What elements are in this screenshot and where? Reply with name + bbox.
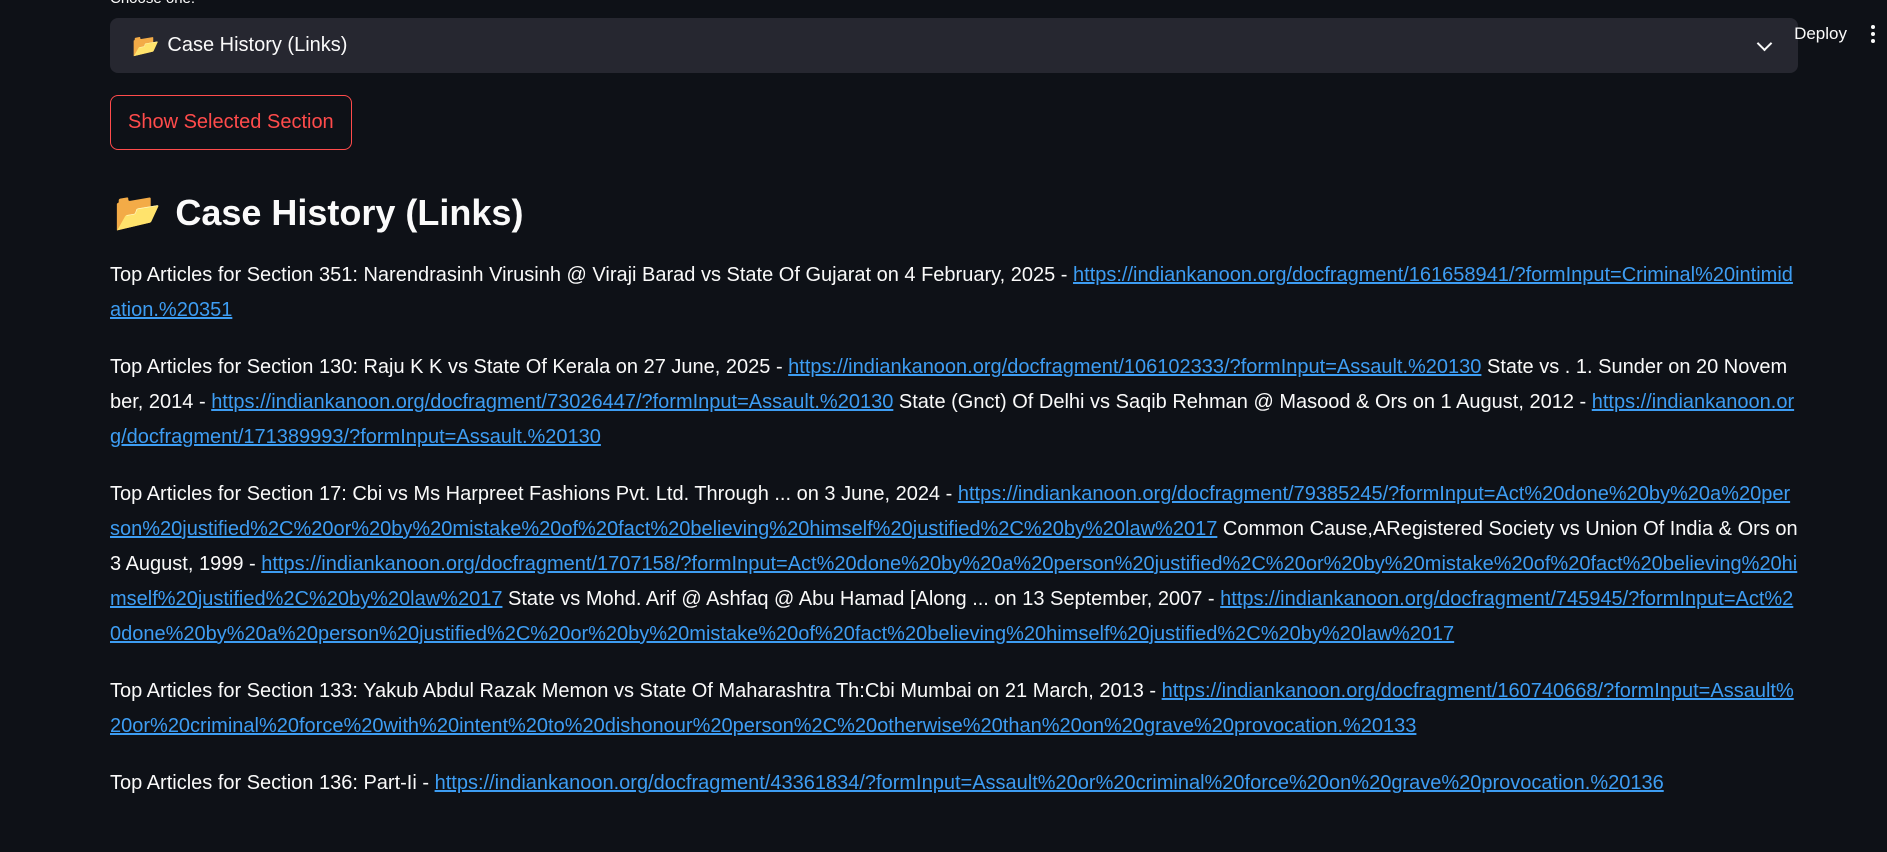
folder-icon: 📂 [132, 32, 160, 58]
folder-icon: 📂 [114, 192, 162, 234]
select-label: Choose one: [110, 0, 195, 8]
app-toolbar: Deploy [1794, 18, 1887, 50]
article-paragraph: Top Articles for Section 17: Cbi vs Ms H… [110, 477, 1798, 652]
article-text: Top Articles for Section 130: Raju K K v… [110, 356, 789, 378]
article-link[interactable]: https://indiankanoon.org/docfragment/730… [211, 391, 893, 413]
article-paragraph: Top Articles for Section 136: Part-Ii - … [110, 766, 1798, 801]
article-text: State (Gnct) Of Delhi vs Saqib Rehman @ … [893, 391, 1592, 413]
article-text: Top Articles for Section 133: Yakub Abdu… [110, 680, 1162, 702]
article-link[interactable]: https://indiankanoon.org/docfragment/106… [788, 356, 1481, 378]
article-text: Top Articles for Section 136: Part-Ii - [110, 772, 435, 794]
section-selectbox[interactable]: 📂 Case History (Links) [110, 18, 1798, 73]
article-link[interactable]: https://indiankanoon.org/docfragment/433… [435, 772, 1664, 794]
chevron-down-icon[interactable] [1756, 35, 1773, 52]
article-paragraph: Top Articles for Section 130: Raju K K v… [110, 350, 1798, 455]
articles-list: Top Articles for Section 351: Narendrasi… [110, 258, 1798, 823]
show-selected-section-button[interactable]: Show Selected Section [110, 95, 352, 150]
deploy-button[interactable]: Deploy [1794, 24, 1847, 44]
article-text: Top Articles for Section 351: Narendrasi… [110, 264, 1074, 286]
article-paragraph: Top Articles for Section 133: Yakub Abdu… [110, 674, 1798, 744]
select-value: Case History (Links) [167, 34, 348, 56]
article-text: Top Articles for Section 17: Cbi vs Ms H… [110, 483, 958, 505]
article-text: State vs Mohd. Arif @ Ashfaq @ Abu Hamad… [502, 588, 1221, 610]
article-paragraph: Top Articles for Section 351: Narendrasi… [110, 258, 1798, 328]
page-title-text: Case History (Links) [175, 192, 524, 233]
kebab-menu-icon[interactable] [1869, 21, 1877, 47]
page-title: 📂 Case History (Links) [110, 188, 523, 238]
